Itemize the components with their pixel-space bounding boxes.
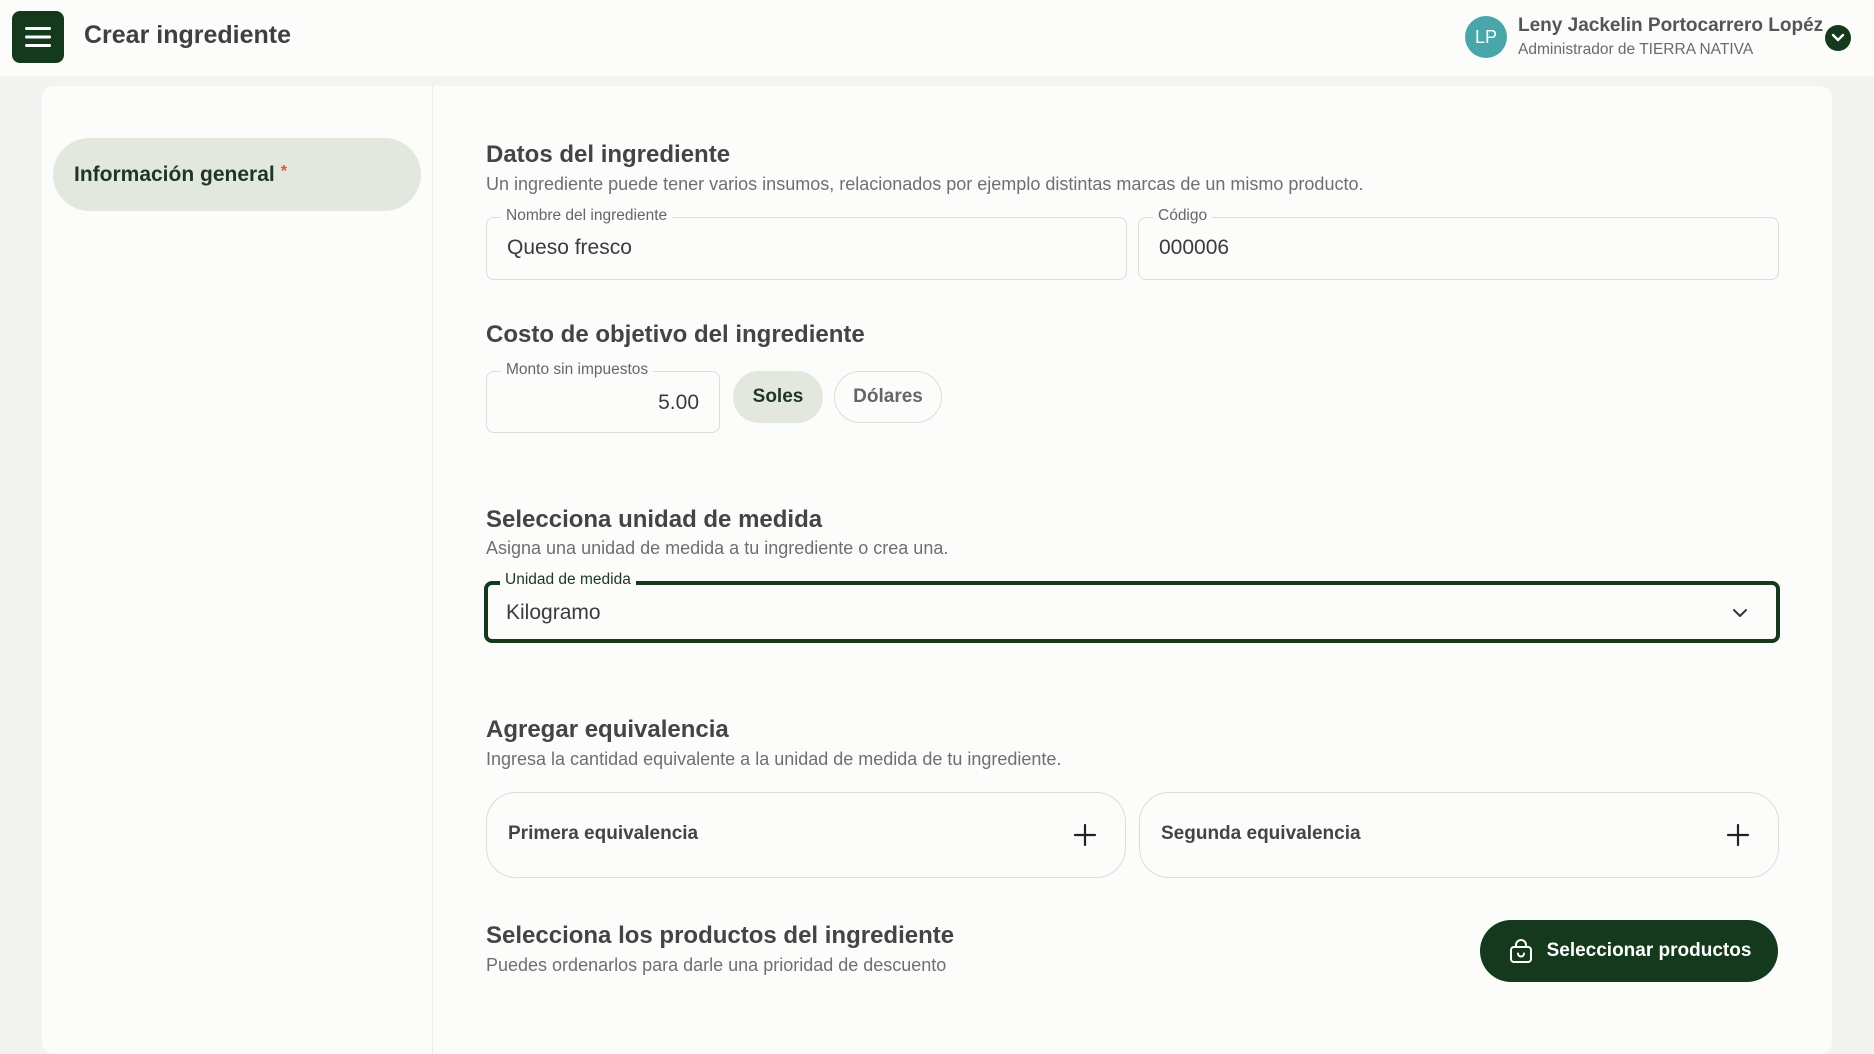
currency-option-dolares[interactable]: Dólares bbox=[834, 371, 942, 423]
section-title-unidad: Selecciona unidad de medida bbox=[486, 506, 823, 533]
sidebar-divider bbox=[432, 86, 433, 1054]
chevron-down-icon bbox=[1831, 33, 1845, 42]
first-equivalence-label: Primera equivalencia bbox=[508, 823, 699, 844]
section-subtitle-productos: Puedes ordenarlos para darle una priorid… bbox=[486, 955, 947, 975]
chevron-down-icon bbox=[1733, 609, 1747, 617]
section-subtitle-equivalencia: Ingresa la cantidad equivalente a la uni… bbox=[486, 749, 1062, 769]
section-title-productos: Selecciona los productos del ingrediente bbox=[486, 922, 955, 949]
unit-select[interactable]: Unidad de medida Kilogramo bbox=[484, 571, 1780, 643]
amount-label: Monto sin impuestos bbox=[501, 361, 654, 379]
sidebar-item-label: Información general * bbox=[74, 162, 287, 186]
menu-button[interactable] bbox=[12, 11, 64, 63]
plus-icon bbox=[1073, 823, 1097, 847]
unit-select-label: Unidad de medida bbox=[500, 571, 636, 589]
first-equivalence-button[interactable]: Primera equivalencia bbox=[486, 792, 1126, 878]
amount-input[interactable]: 5.00 bbox=[658, 391, 699, 415]
plus-icon bbox=[1726, 823, 1750, 847]
select-products-label: Seleccionar productos bbox=[1546, 940, 1752, 961]
menu-icon bbox=[25, 27, 51, 47]
code-input[interactable]: 000006 bbox=[1159, 236, 1229, 260]
ingredient-name-label: Nombre del ingrediente bbox=[501, 207, 673, 225]
code-label: Código bbox=[1153, 207, 1213, 225]
second-equivalence-button[interactable]: Segunda equivalencia bbox=[1139, 792, 1779, 878]
section-title-costo: Costo de objetivo del ingrediente bbox=[486, 321, 865, 348]
section-subtitle-datos: Un ingrediente puede tener varios insumo… bbox=[486, 174, 1364, 194]
ingredient-name-input[interactable]: Queso fresco bbox=[507, 236, 632, 260]
user-menu-toggle[interactable] bbox=[1825, 25, 1851, 51]
second-equivalence-label: Segunda equivalencia bbox=[1161, 823, 1361, 844]
currency-option-soles[interactable]: Soles bbox=[733, 371, 823, 423]
section-title-datos: Datos del ingrediente bbox=[486, 141, 731, 168]
avatar[interactable]: LP bbox=[1465, 16, 1507, 58]
top-bar: Crear ingrediente LP Leny Jackelin Porto… bbox=[0, 0, 1874, 76]
ingredient-name-field[interactable]: Nombre del ingrediente Queso fresco bbox=[486, 207, 1127, 280]
code-field[interactable]: Código 000006 bbox=[1138, 207, 1779, 280]
section-title-equivalencia: Agregar equivalencia bbox=[486, 716, 729, 743]
user-role: Administrador de TIERRA NATIVA bbox=[1518, 41, 1754, 58]
amount-field[interactable]: Monto sin impuestos 5.00 bbox=[486, 361, 720, 433]
page-title: Crear ingrediente bbox=[84, 21, 292, 49]
sidebar-item-informacion-general[interactable]: Información general * bbox=[53, 138, 421, 211]
unit-select-value: Kilogramo bbox=[506, 601, 601, 624]
section-subtitle-unidad: Asigna una unidad de medida a tu ingredi… bbox=[486, 538, 949, 558]
select-products-button[interactable]: Seleccionar productos bbox=[1480, 920, 1778, 982]
shopping-bag-icon bbox=[1509, 939, 1532, 963]
user-name: Leny Jackelin Portocarrero Lopéz bbox=[1518, 15, 1824, 36]
required-mark: * bbox=[280, 162, 287, 180]
